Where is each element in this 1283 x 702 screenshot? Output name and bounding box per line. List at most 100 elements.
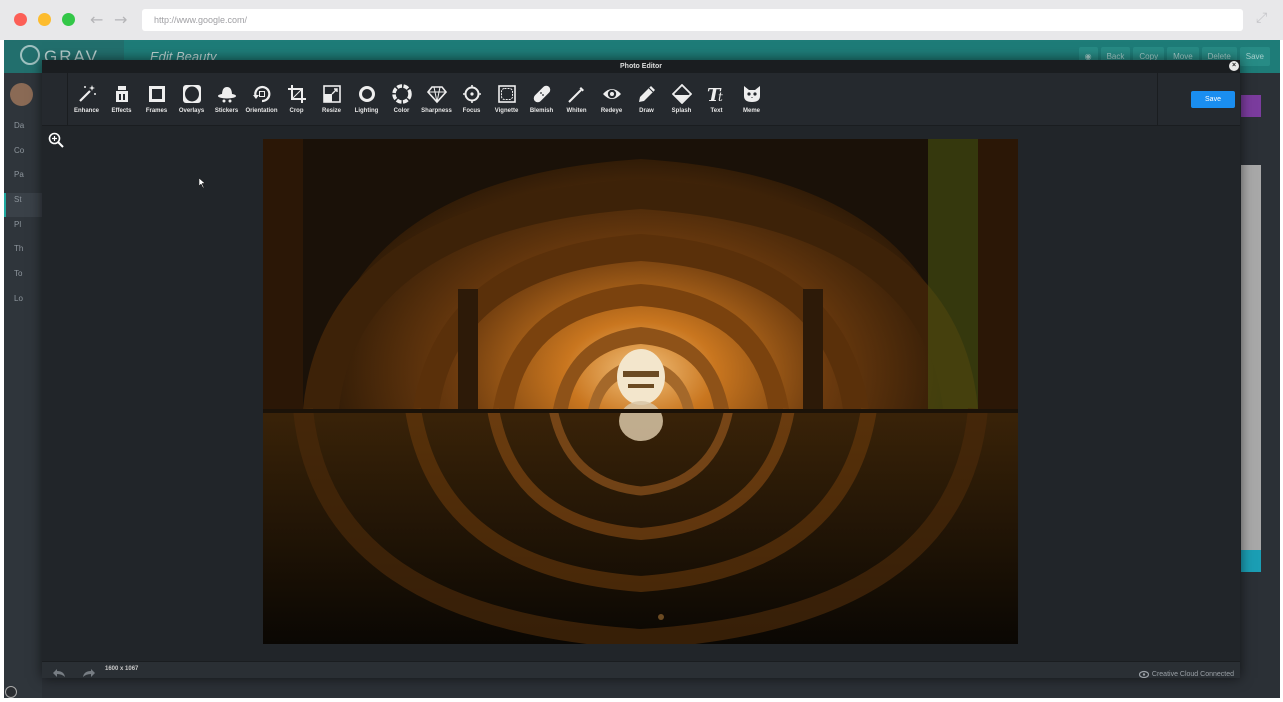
sidebar-item-configuration[interactable]: Co [14,146,42,155]
tool-vignette[interactable]: Vignette [489,73,524,126]
tool-meme[interactable]: Meme [734,73,769,126]
tool-label: Draw [639,108,654,114]
sidebar-item-plugins[interactable]: Pl [14,220,42,229]
tool-text[interactable]: Tt Text [699,73,734,126]
sidebar-item-statistics[interactable]: St [14,195,42,204]
creative-cloud-status: Creative Cloud Connected [1138,665,1234,683]
image-dimensions: 1600 x 1067 [105,666,139,672]
eye-icon [601,83,623,105]
resize-icon [321,83,343,105]
bucket-icon [671,83,693,105]
tool-enhance[interactable]: Enhance [69,73,104,126]
close-window-button[interactable] [14,13,27,26]
redo-icon[interactable] [82,665,96,683]
arched-corridor-photo [263,139,1018,644]
tool-label: Splash [671,108,692,114]
wand-icon [566,83,588,105]
tool-whiten[interactable]: Whiten [559,73,594,126]
creative-cloud-icon [1138,665,1149,683]
grav-logo-icon [20,45,40,65]
tool-list: Enhance Effects Frames Overlays Stickers… [69,73,769,126]
hat-icon [216,83,238,105]
effects-icon [111,83,133,105]
tool-resize[interactable]: Resize [314,73,349,126]
tool-label: Sharpness [421,108,452,114]
forward-arrow-icon[interactable]: → [114,10,127,29]
tool-crop[interactable]: Crop [279,73,314,126]
tool-label: Focus [462,108,481,114]
tool-blemish[interactable]: Blemish [524,73,559,126]
tool-label: Frames [145,108,168,114]
crop-icon [286,83,308,105]
tool-label: Crop [289,108,304,114]
editor-title-bar: Photo Editor × [42,60,1240,73]
maximize-window-button[interactable] [62,13,75,26]
url-input[interactable]: http://www.google.com/ [142,9,1243,31]
sidebar-item-themes[interactable]: Th [14,244,42,253]
mouse-cursor-icon [198,175,207,193]
close-icon[interactable]: × [1229,61,1239,71]
svg-text:t: t [718,90,723,104]
save-button[interactable]: Save [1191,91,1235,108]
avatar[interactable] [10,83,33,106]
tool-label: Blemish [529,108,554,114]
browser-toolbar: ← → http://www.google.com/ ⤢ [0,0,1283,40]
tool-redeye[interactable]: Redeye [594,73,629,126]
tool-label: Overlays [178,108,205,114]
tool-stickers[interactable]: Stickers [209,73,244,126]
tool-label: Meme [742,108,760,114]
tool-color[interactable]: Color [384,73,419,126]
tool-focus[interactable]: Focus [454,73,489,126]
sidebar-item-tools[interactable]: To [14,269,42,278]
cat-face-icon [741,83,763,105]
sidebar-item-pages[interactable]: Pa [14,170,42,179]
bandage-icon [531,83,553,105]
edited-photo[interactable] [263,139,1018,644]
undo-icon[interactable] [52,665,66,683]
back-arrow-icon[interactable]: ← [90,10,103,29]
editor-toolbar: Enhance Effects Frames Overlays Stickers… [42,73,1240,126]
tool-label: Resize [321,108,341,114]
tool-label: Color [393,108,410,114]
tool-label: Vignette [494,108,519,114]
sun-icon [356,83,378,105]
color-wheel-icon [391,83,413,105]
diamond-icon [426,83,448,105]
tool-effects[interactable]: Effects [104,73,139,126]
frame-icon [146,83,168,105]
tool-sharpness[interactable]: Sharpness [419,73,454,126]
editor-status-bar: 1600 x 1067 Creative Cloud Connected [42,661,1240,679]
toolbar-left-edge [42,73,68,126]
tool-label: Redeye [600,108,623,114]
sidebar-item-logout[interactable]: Lo [14,294,42,303]
expand-icon[interactable]: ⤢ [1256,10,1267,26]
focus-icon [461,83,483,105]
toolbar-separator [1157,73,1158,126]
tool-label: Text [710,108,723,114]
tool-label: Enhance [73,108,99,114]
sidebar-item-dashboard[interactable]: Da [14,121,42,130]
creative-cloud-label: Creative Cloud Connected [1151,670,1234,678]
tool-label: Lighting [354,108,379,114]
admin-sidebar: Da Co Pa St Pl Th To Lo [4,73,42,698]
text-icon: Tt [706,83,728,105]
tool-draw[interactable]: Draw [629,73,664,126]
vignette-icon [496,83,518,105]
tool-frames[interactable]: Frames [139,73,174,126]
tool-label: Whiten [566,108,587,114]
minimize-window-button[interactable] [38,13,51,26]
zoom-in-icon[interactable] [48,132,64,153]
admin-purple-block [1241,95,1261,117]
rotate-icon [251,83,273,105]
admin-save-button[interactable]: Save [1239,47,1270,66]
admin-teal-block [1241,550,1261,572]
editor-title: Photo Editor [620,63,662,70]
tool-label: Stickers [214,108,239,114]
overlay-icon [181,83,203,105]
tool-overlays[interactable]: Overlays [174,73,209,126]
settings-corner-icon[interactable] [5,686,17,698]
tool-orientation[interactable]: Orientation [244,73,279,126]
tool-splash[interactable]: Splash [664,73,699,126]
admin-content-panel [1241,165,1261,550]
tool-lighting[interactable]: Lighting [349,73,384,126]
